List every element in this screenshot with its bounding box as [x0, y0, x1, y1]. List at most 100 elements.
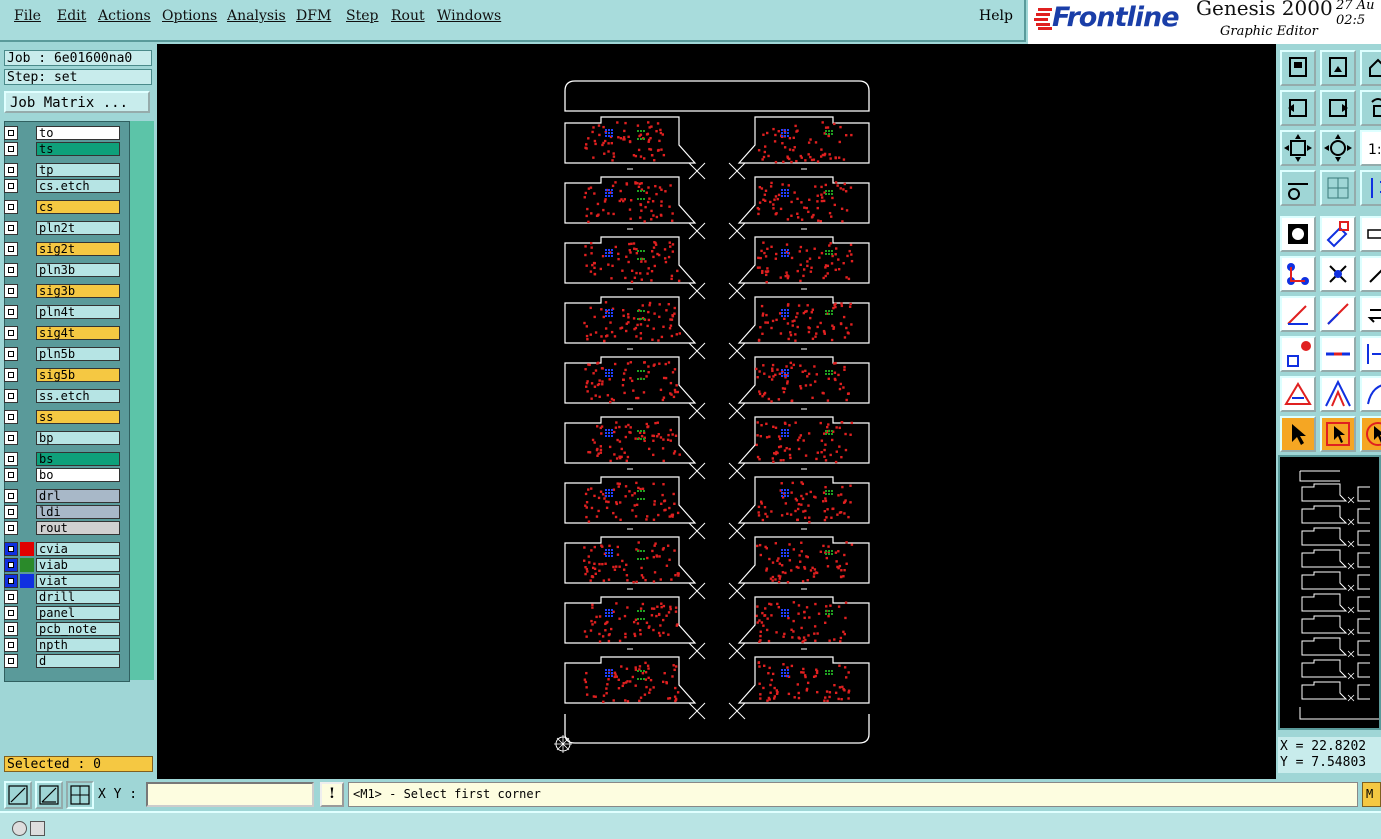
layer-affected-checkbox[interactable]	[4, 326, 18, 340]
alert-button[interactable]: !	[320, 782, 344, 807]
layer-affected-checkbox[interactable]	[4, 410, 18, 424]
zoom-home-icon[interactable]	[1280, 90, 1316, 126]
menu-edit[interactable]: Edit	[57, 8, 86, 24]
layer-affected-checkbox[interactable]	[4, 468, 18, 482]
layer-name[interactable]: rout	[36, 521, 120, 535]
layer-name[interactable]: sig4t	[36, 326, 120, 340]
layer-row-pln2t[interactable]: pln2t	[4, 221, 120, 235]
menu-help[interactable]: Help	[979, 8, 1013, 24]
graphic-canvas[interactable]	[157, 44, 1276, 779]
layer-name[interactable]: ss	[36, 410, 120, 424]
layer-affected-checkbox[interactable]	[4, 590, 18, 604]
overview-map[interactable]	[1278, 455, 1381, 730]
zoom-back-icon[interactable]	[1320, 90, 1356, 126]
layer-row-panel[interactable]: panel	[4, 606, 120, 620]
layer-row-cs[interactable]: cs	[4, 200, 120, 214]
layer-affected-checkbox[interactable]	[4, 606, 18, 620]
layer-affected-checkbox[interactable]	[4, 368, 18, 382]
layer-row-pln4t[interactable]: pln4t	[4, 305, 120, 319]
layer-name[interactable]: sig3b	[36, 284, 120, 298]
split-icon[interactable]	[1360, 336, 1381, 372]
zoom-fit-icon[interactable]	[1320, 130, 1356, 166]
panel-drawing[interactable]	[157, 44, 1276, 779]
select-pointer-icon[interactable]	[1280, 416, 1316, 452]
layer-name[interactable]: cs.etch	[36, 179, 120, 193]
layer-row-cs-etch[interactable]: cs.etch	[4, 179, 120, 193]
layer-affected-checkbox[interactable]	[4, 200, 18, 214]
layer-name[interactable]: ss.etch	[36, 389, 120, 403]
layer-name[interactable]: cvia	[36, 542, 120, 556]
cross-snap-icon[interactable]	[1320, 256, 1356, 292]
mouse-mode-button[interactable]: M	[1362, 782, 1381, 807]
layer-affected-checkbox[interactable]	[4, 622, 18, 636]
save-job-icon[interactable]	[1280, 50, 1316, 86]
layer-affected-checkbox[interactable]	[4, 558, 18, 572]
menu-dfm[interactable]: DFM	[296, 8, 331, 24]
measure-tools-icon[interactable]	[1280, 170, 1316, 206]
layer-row-d[interactable]: d	[4, 654, 120, 668]
layer-row-bo[interactable]: bo	[4, 468, 120, 482]
feature-attrib-icon[interactable]	[1280, 336, 1316, 372]
xy-input[interactable]	[146, 782, 314, 807]
layer-row-tp[interactable]: tp	[4, 163, 120, 177]
layer-row-bp[interactable]: bp	[4, 431, 120, 445]
menu-windows[interactable]: Windows	[437, 8, 501, 24]
menu-file[interactable]: File	[14, 8, 41, 24]
layer-name[interactable]: pln3b	[36, 263, 120, 277]
layer-name[interactable]: pln4t	[36, 305, 120, 319]
fit-screen-icon[interactable]	[1280, 130, 1316, 166]
layer-row-drl[interactable]: drl	[4, 489, 120, 503]
layer-affected-checkbox[interactable]	[4, 284, 18, 298]
layer-name[interactable]: bs	[36, 452, 120, 466]
pad-add-icon[interactable]	[1280, 216, 1316, 252]
layer-row-ts[interactable]: ts	[4, 142, 120, 156]
layer-affected-checkbox[interactable]	[4, 179, 18, 193]
layer-name[interactable]: cs	[36, 200, 120, 214]
layer-name[interactable]: ldi	[36, 505, 120, 519]
line-draw-icon[interactable]	[1320, 296, 1356, 332]
layer-row-viat[interactable]: viat	[4, 574, 120, 588]
layer-row-drill[interactable]: drill	[4, 590, 120, 604]
layer-name[interactable]: panel	[36, 606, 120, 620]
layer-name[interactable]: sig5b	[36, 368, 120, 382]
layer-name[interactable]: bo	[36, 468, 120, 482]
layer-row-pln5b[interactable]: pln5b	[4, 347, 120, 361]
layer-name[interactable]: ts	[36, 142, 120, 156]
arrow-move-icon[interactable]	[1360, 296, 1381, 332]
grid-snap-icon[interactable]	[66, 781, 94, 809]
close-window-icon[interactable]	[12, 821, 27, 836]
layer-affected-checkbox[interactable]	[4, 142, 18, 156]
layer-row-sig3b[interactable]: sig3b	[4, 284, 120, 298]
layer-color-swatch[interactable]	[20, 542, 34, 556]
layer-name[interactable]: sig2t	[36, 242, 120, 256]
rout-icon[interactable]	[1360, 170, 1381, 206]
layer-row-to[interactable]: to	[4, 126, 120, 140]
layer-color-swatch[interactable]	[20, 574, 34, 588]
snap-icon[interactable]	[4, 781, 32, 809]
layer-row-sig5b[interactable]: sig5b	[4, 368, 120, 382]
layer-affected-checkbox[interactable]	[4, 638, 18, 652]
layer-name[interactable]: d	[36, 654, 120, 668]
layer-affected-checkbox[interactable]	[4, 574, 18, 588]
angle-snap-icon[interactable]	[35, 781, 63, 809]
layer-affected-checkbox[interactable]	[4, 221, 18, 235]
one-to-one-icon[interactable]: 1:1	[1360, 130, 1381, 166]
layer-row-ss[interactable]: ss	[4, 410, 120, 424]
layer-scrollbar[interactable]	[130, 121, 154, 680]
select-box-icon[interactable]	[1320, 416, 1356, 452]
layer-row-viab[interactable]: viab	[4, 558, 120, 572]
layer-affected-checkbox[interactable]	[4, 654, 18, 668]
layer-row-ldi[interactable]: ldi	[4, 505, 120, 519]
layer-affected-checkbox[interactable]	[4, 505, 18, 519]
layer-name[interactable]: pln2t	[36, 221, 120, 235]
menu-options[interactable]: Options	[162, 8, 217, 24]
layer-affected-checkbox[interactable]	[4, 452, 18, 466]
menu-actions[interactable]: Actions	[98, 8, 151, 24]
layer-name[interactable]: pln5b	[36, 347, 120, 361]
layer-row-pln3b[interactable]: pln3b	[4, 263, 120, 277]
layer-name[interactable]: pcb_note	[36, 622, 120, 636]
layer-name[interactable]: tp	[36, 163, 120, 177]
close-job-icon[interactable]	[1320, 50, 1356, 86]
layer-row-sig4t[interactable]: sig4t	[4, 326, 120, 340]
menu-rout[interactable]: Rout	[391, 8, 425, 24]
